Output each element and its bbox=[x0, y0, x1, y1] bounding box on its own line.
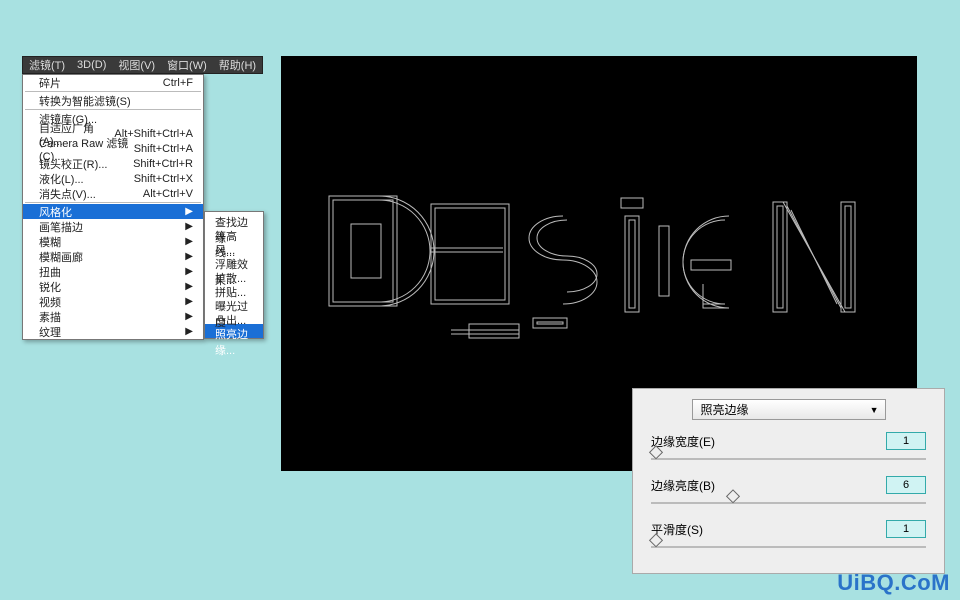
menu-item-label: 扭曲 bbox=[39, 264, 61, 280]
menu-item-label: 纹理 bbox=[39, 324, 61, 340]
submenu-item-solarize[interactable]: 曝光过度 bbox=[205, 296, 263, 310]
submenu-item-diffuse[interactable]: 扩散... bbox=[205, 268, 263, 282]
menu-item-label: 模糊 bbox=[39, 234, 61, 250]
submenu-item-emboss[interactable]: 浮雕效果... bbox=[205, 254, 263, 268]
menu-item-label: 镜头校正(R)... bbox=[39, 156, 107, 172]
menu-item-camera-raw[interactable]: Camera Raw 滤镜(C)... Shift+Ctrl+A bbox=[23, 141, 203, 156]
submenu-arrow-icon: ▶ bbox=[185, 206, 193, 217]
menu-3d[interactable]: 3D(D) bbox=[71, 58, 112, 72]
menu-item-label: 模糊画廊 bbox=[39, 249, 83, 265]
menu-item-shortcut: Ctrl+F bbox=[163, 77, 193, 89]
menu-help[interactable]: 帮助(H) bbox=[213, 56, 262, 74]
submenu-item-wind[interactable]: 风... bbox=[205, 240, 263, 254]
menu-item-shortcut: Shift+Ctrl+R bbox=[133, 158, 193, 170]
submenu-item-extrude[interactable]: 凸出... bbox=[205, 310, 263, 324]
menu-item-fragment[interactable]: 碎片 Ctrl+F bbox=[23, 75, 203, 90]
menu-item-shortcut: Shift+Ctrl+X bbox=[134, 173, 193, 185]
slider-smoothness: 平滑度(S) 1 bbox=[647, 520, 930, 538]
submenu-arrow-icon: ▶ bbox=[185, 326, 193, 337]
submenu-arrow-icon: ▶ bbox=[185, 221, 193, 232]
menu-item-label: 风格化 bbox=[39, 204, 72, 220]
slider-value-input[interactable]: 1 bbox=[886, 432, 926, 450]
submenu-arrow-icon: ▶ bbox=[185, 311, 193, 322]
menu-item-video[interactable]: 视频 ▶ bbox=[23, 294, 203, 309]
menu-item-shortcut: Alt+Ctrl+V bbox=[143, 188, 193, 200]
stylize-submenu: 查找边缘 等高线... 风... 浮雕效果... 扩散... 拼贴... 曝光过… bbox=[204, 211, 264, 339]
menu-item-label: 液化(L)... bbox=[39, 171, 84, 187]
slider-track-smoothness[interactable] bbox=[651, 540, 926, 554]
menu-item-blur-gallery[interactable]: 模糊画廊 ▶ bbox=[23, 249, 203, 264]
slider-label: 边缘宽度(E) bbox=[651, 433, 715, 450]
submenu-arrow-icon: ▶ bbox=[185, 281, 193, 292]
menu-item-shortcut: Shift+Ctrl+A bbox=[134, 143, 193, 155]
submenu-item-tiles[interactable]: 拼贴... bbox=[205, 282, 263, 296]
slider-value-input[interactable]: 1 bbox=[886, 520, 926, 538]
menu-filter[interactable]: 滤镜(T) bbox=[23, 56, 71, 74]
slider-label: 边缘亮度(B) bbox=[651, 477, 715, 494]
submenu-arrow-icon: ▶ bbox=[185, 236, 193, 247]
submenu-item-glowing-edges[interactable]: 照亮边缘... bbox=[205, 324, 263, 338]
menu-item-stylize[interactable]: 风格化 ▶ bbox=[23, 204, 203, 219]
menu-item-label: 消失点(V)... bbox=[39, 186, 96, 202]
watermark-text: UiBQ.CoM bbox=[837, 570, 950, 596]
submenu-item-find-edges[interactable]: 查找边缘 bbox=[205, 212, 263, 226]
menu-item-label: 转换为智能滤镜(S) bbox=[39, 93, 131, 109]
submenu-item-contour[interactable]: 等高线... bbox=[205, 226, 263, 240]
menubar: 滤镜(T) 3D(D) 视图(V) 窗口(W) 帮助(H) bbox=[22, 56, 263, 74]
menu-item-texture[interactable]: 纹理 ▶ bbox=[23, 324, 203, 339]
menu-item-blur[interactable]: 模糊 ▶ bbox=[23, 234, 203, 249]
menu-item-label: 视频 bbox=[39, 294, 61, 310]
menu-window[interactable]: 窗口(W) bbox=[161, 56, 213, 74]
effect-select-value: 照亮边缘 bbox=[701, 401, 749, 418]
menu-item-label: 锐化 bbox=[39, 279, 61, 295]
chevron-down-icon: ▼ bbox=[870, 405, 879, 415]
slider-track-edge-brightness[interactable] bbox=[651, 496, 926, 510]
menu-item-label: 画笔描边 bbox=[39, 219, 83, 235]
menu-item-label: 碎片 bbox=[39, 75, 61, 91]
menu-item-sharpen[interactable]: 锐化 ▶ bbox=[23, 279, 203, 294]
menu-item-label: 素描 bbox=[39, 309, 61, 325]
menu-item-convert-smart[interactable]: 转换为智能滤镜(S) bbox=[23, 93, 203, 108]
filter-dropdown: 碎片 Ctrl+F 转换为智能滤镜(S) 滤镜库(G)... 自适应广角(A).… bbox=[22, 74, 204, 340]
submenu-arrow-icon: ▶ bbox=[185, 296, 193, 307]
menu-item-vanishing-point[interactable]: 消失点(V)... Alt+Ctrl+V bbox=[23, 186, 203, 201]
menu-item-liquify[interactable]: 液化(L)... Shift+Ctrl+X bbox=[23, 171, 203, 186]
slider-value-input[interactable]: 6 bbox=[886, 476, 926, 494]
menu-item-sketch[interactable]: 素描 ▶ bbox=[23, 309, 203, 324]
menu-item-distort[interactable]: 扭曲 ▶ bbox=[23, 264, 203, 279]
menu-view[interactable]: 视图(V) bbox=[112, 56, 161, 74]
submenu-arrow-icon: ▶ bbox=[185, 251, 193, 262]
slider-label: 平滑度(S) bbox=[651, 521, 703, 538]
menu-item-brush-strokes[interactable]: 画笔描边 ▶ bbox=[23, 219, 203, 234]
slider-edge-brightness: 边缘亮度(B) 6 bbox=[647, 476, 930, 494]
effect-select[interactable]: 照亮边缘 ▼ bbox=[692, 399, 886, 420]
slider-edge-width: 边缘宽度(E) 1 bbox=[647, 432, 930, 450]
glowing-edges-panel: 照亮边缘 ▼ 边缘宽度(E) 1 边缘亮度(B) 6 平滑度(S) 1 bbox=[632, 388, 945, 574]
submenu-arrow-icon: ▶ bbox=[185, 266, 193, 277]
slider-track-edge-width[interactable] bbox=[651, 452, 926, 466]
